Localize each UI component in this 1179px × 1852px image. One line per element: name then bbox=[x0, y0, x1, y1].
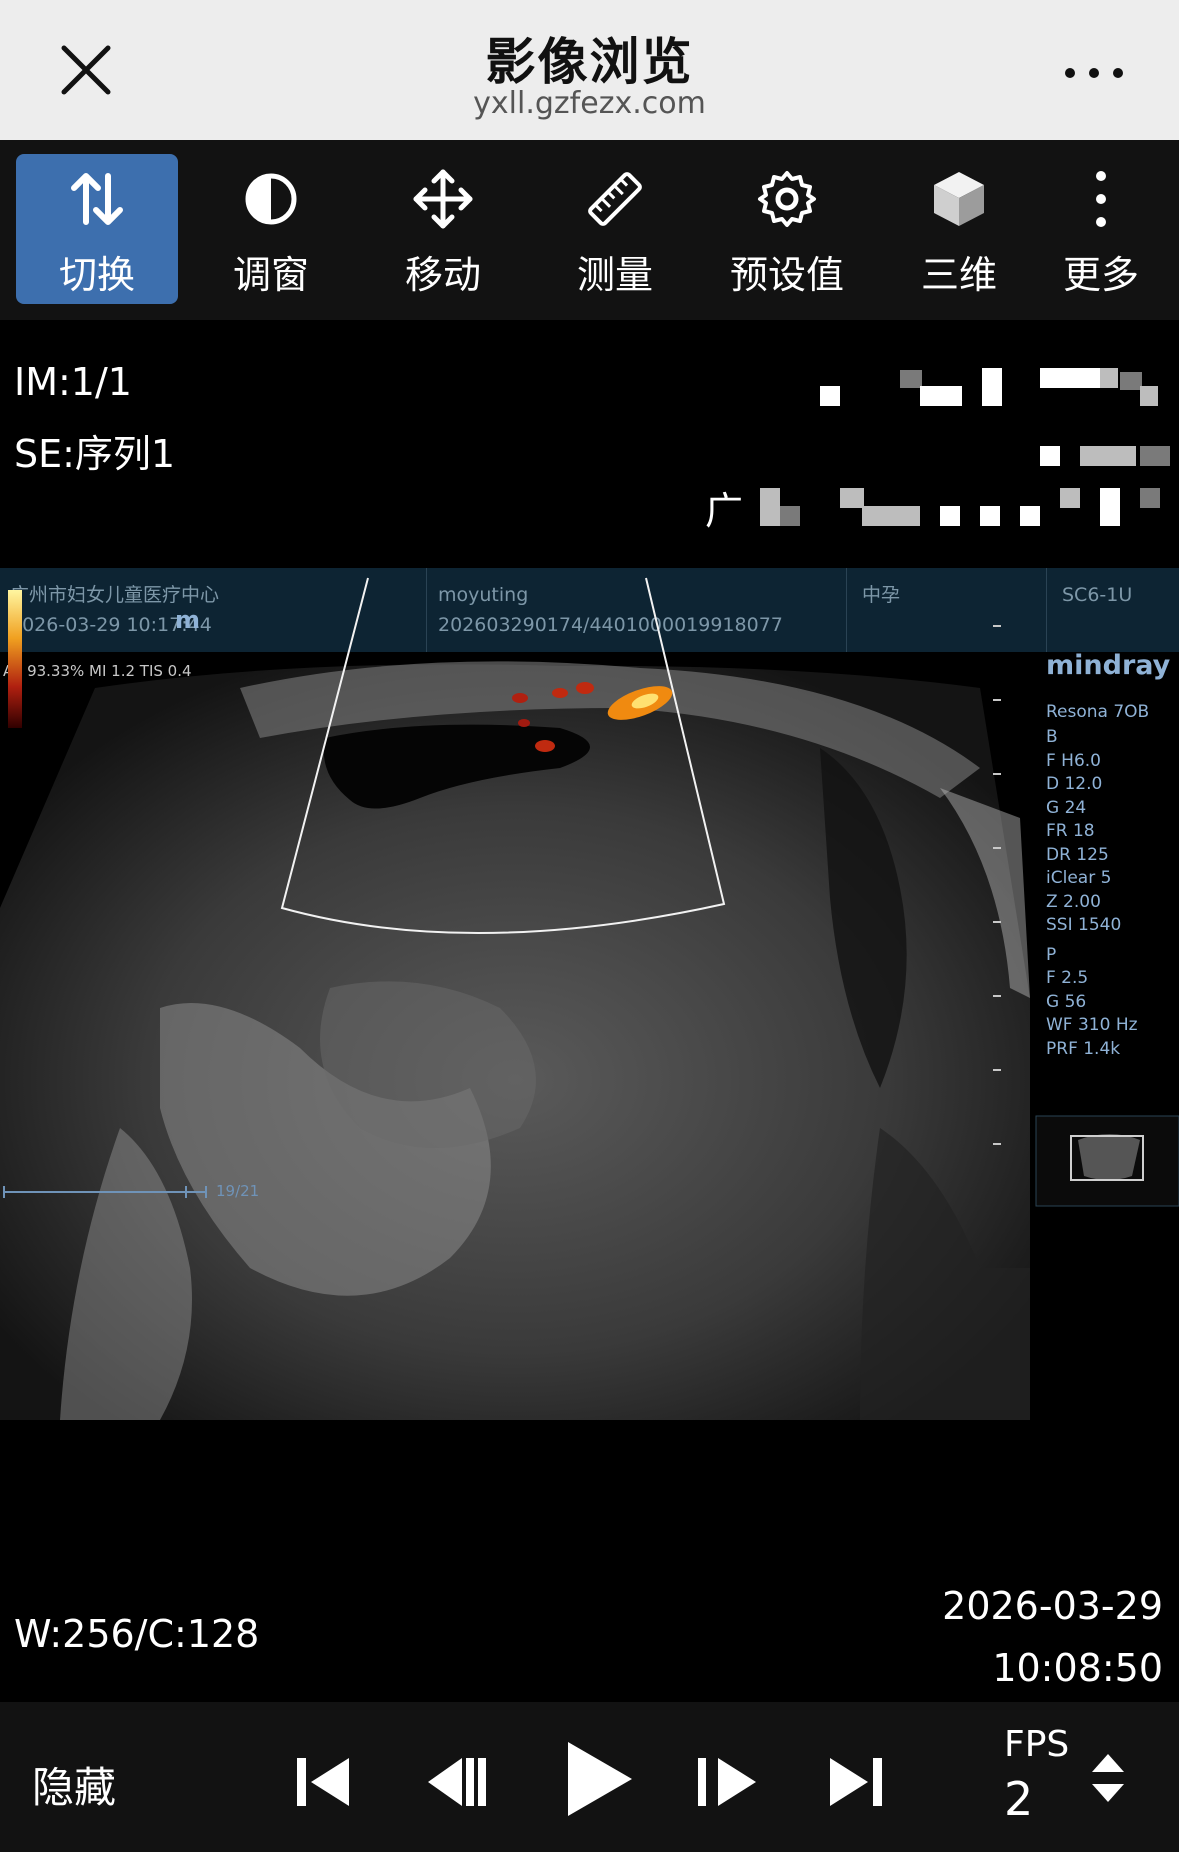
image-date: 2026-03-29 bbox=[942, 1584, 1163, 1628]
play-button[interactable] bbox=[550, 1734, 640, 1824]
step-backward-icon bbox=[428, 1758, 486, 1806]
more-horizontal-icon bbox=[1065, 68, 1123, 78]
ultrasound-scan bbox=[0, 577, 1179, 1420]
tool-3d[interactable]: 三维 bbox=[878, 154, 1040, 304]
tool-measure[interactable]: 测量 bbox=[534, 154, 696, 304]
window-level: W:256/C:128 bbox=[14, 1612, 260, 1656]
swap-arrows-icon bbox=[71, 173, 123, 225]
frame-counter: 19/21 bbox=[216, 1182, 260, 1200]
tool-bar: 切换 调窗 移动 测量 预设值 三维 更多 bbox=[0, 140, 1179, 320]
previous-frame-button[interactable] bbox=[418, 1744, 494, 1820]
fps-value: 2 bbox=[1004, 1772, 1034, 1826]
tool-label: 测量 bbox=[576, 253, 653, 297]
page-title: 影像浏览 bbox=[485, 33, 694, 91]
up-down-arrows-icon bbox=[1092, 1754, 1124, 1802]
image-viewer-app: 影像浏览 yxll.gzfezx.com 切换 调窗 移动 测量 预设值 三维 … bbox=[0, 0, 1179, 1852]
hide-button[interactable]: 隐藏 bbox=[32, 1754, 116, 1815]
tool-label: 三维 bbox=[920, 253, 997, 297]
step-forward-icon bbox=[698, 1758, 756, 1806]
tool-label: 切换 bbox=[58, 253, 135, 297]
contrast-icon bbox=[245, 173, 297, 225]
tool-window-level[interactable]: 调窗 bbox=[190, 154, 352, 304]
more-menu-button[interactable] bbox=[1060, 58, 1130, 88]
patient-prefix: 广 bbox=[705, 489, 744, 533]
last-frame-button[interactable] bbox=[818, 1744, 894, 1820]
tool-move[interactable]: 移动 bbox=[362, 154, 524, 304]
tool-label: 调窗 bbox=[232, 253, 309, 297]
series-label: SE:序列1 bbox=[14, 432, 176, 476]
image-index: IM:1/1 bbox=[14, 360, 132, 404]
ruler-icon bbox=[588, 172, 642, 226]
first-frame-button[interactable] bbox=[285, 1744, 361, 1820]
ultrasound-image[interactable]: 广州市妇女儿童医疗中心 2026-03-29 10:17:44 moyuting… bbox=[0, 568, 1179, 1420]
skip-to-end-icon bbox=[830, 1758, 882, 1806]
gear-icon bbox=[758, 171, 816, 227]
image-time: 10:08:50 bbox=[992, 1646, 1163, 1690]
tool-switch[interactable]: 切换 bbox=[16, 154, 178, 304]
tool-label: 预设值 bbox=[729, 253, 844, 297]
play-icon bbox=[568, 1742, 632, 1816]
playback-controls: 隐藏 FPS 2 bbox=[0, 1702, 1179, 1852]
top-bar: 影像浏览 yxll.gzfezx.com bbox=[0, 0, 1179, 140]
fps-stepper[interactable] bbox=[1088, 1748, 1128, 1808]
tool-presets[interactable]: 预设值 bbox=[706, 154, 868, 304]
move-icon bbox=[413, 169, 473, 229]
skip-to-start-icon bbox=[297, 1758, 349, 1806]
next-frame-button[interactable] bbox=[690, 1744, 766, 1820]
tool-more[interactable]: 更多 bbox=[1026, 154, 1176, 304]
fps-label: FPS bbox=[1004, 1724, 1070, 1765]
tool-label: 移动 bbox=[404, 253, 481, 297]
tool-label: 更多 bbox=[1062, 253, 1139, 297]
page-url: yxll.gzfezx.com bbox=[473, 86, 706, 121]
cube-icon bbox=[934, 172, 984, 226]
mindray-logo-mark: m bbox=[175, 606, 201, 634]
more-vertical-icon bbox=[1096, 171, 1106, 227]
